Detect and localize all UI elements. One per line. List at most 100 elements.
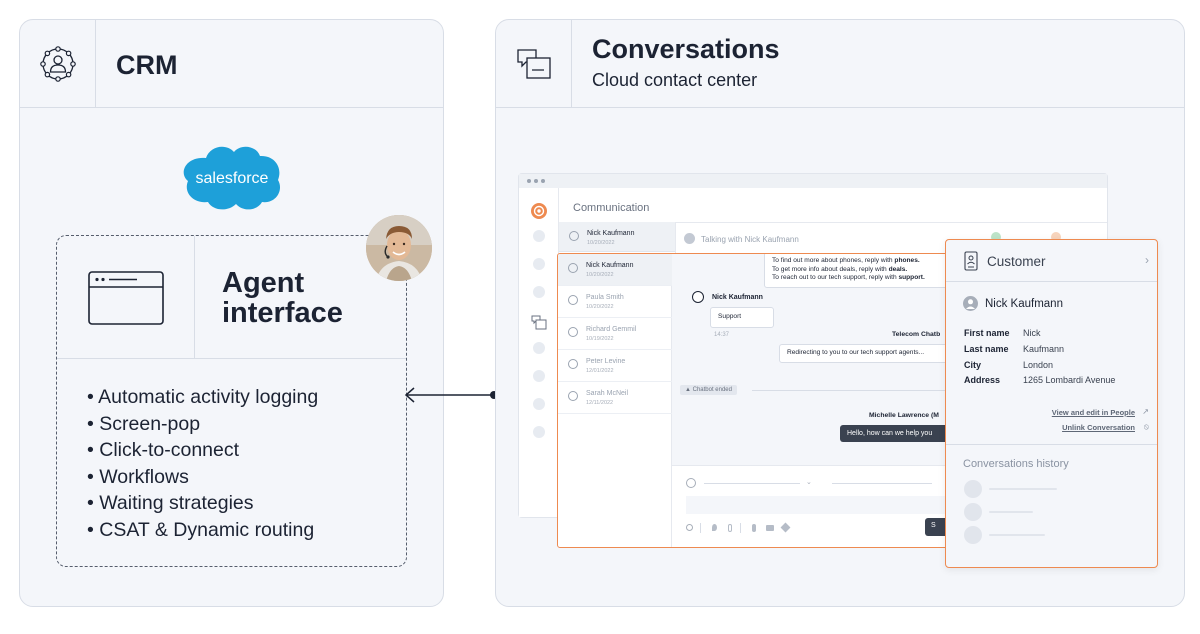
contact-date: 12/11/2022 [586, 400, 614, 406]
salesforce-logo-text: salesforce [196, 170, 269, 187]
contact-name: Nick Kaufmann [587, 230, 635, 237]
contact-name: Paula Smith [586, 294, 624, 301]
location-icon[interactable] [712, 524, 717, 531]
list-item[interactable]: Richard Gemmil 10/19/2022 [558, 318, 672, 350]
crm-icon-cell [20, 20, 96, 108]
agent-title-line2: interface [222, 297, 343, 329]
field-label: First name [964, 328, 1010, 338]
field-label: City [964, 360, 982, 370]
message-time: 14:37 [714, 332, 730, 338]
nav-item-icon[interactable] [533, 370, 545, 382]
history-item-icon [964, 503, 982, 521]
nav-item-icon[interactable] [533, 342, 545, 354]
chevron-down-icon[interactable]: ⌄ [806, 478, 812, 486]
message-composer: ⌄ S [672, 465, 951, 547]
bot-option-line: To find out more about phones, reply wit… [772, 257, 920, 264]
person-icon [963, 296, 978, 311]
field-value: Kaufmann [1023, 344, 1065, 354]
list-item[interactable]: Peter Levine 12/01/2022 [558, 350, 672, 382]
conversations-subtitle: Cloud contact center [592, 70, 758, 90]
history-item-icon [964, 526, 982, 544]
salesforce-logo: salesforce [183, 146, 281, 210]
customer-card-title: Customer [987, 254, 1046, 269]
nav-item-icon[interactable] [533, 286, 545, 298]
history-item[interactable] [989, 511, 1033, 513]
history-item[interactable] [989, 534, 1045, 536]
chevron-right-icon[interactable]: › [1145, 253, 1149, 267]
channel-select[interactable] [704, 483, 800, 484]
phone-icon [568, 391, 578, 401]
attachment-icon[interactable] [728, 524, 732, 532]
agent-icon-cell [57, 236, 195, 359]
list-item[interactable]: Nick Kaufmann 10/20/2022 [558, 254, 672, 286]
external-link-icon[interactable]: ↗ [1142, 407, 1149, 416]
microphone-icon[interactable] [752, 524, 756, 532]
message-input[interactable] [686, 496, 951, 514]
customer-name: Nick Kaufmann [985, 298, 1063, 310]
conversations-nav-icon[interactable] [531, 314, 547, 330]
feature-item: Waiting strategies [87, 490, 318, 517]
channel-icon[interactable] [686, 478, 696, 488]
history-item-icon [964, 480, 982, 498]
video-icon[interactable] [766, 525, 774, 531]
conversations-icon-cell [496, 20, 572, 108]
bot-option-line: To reach out to our tech support, reply … [772, 274, 925, 281]
view-in-people-link[interactable]: View and edit in People [1052, 408, 1135, 417]
template-select[interactable] [832, 483, 932, 484]
conversations-history-title: Conversations history [963, 458, 1069, 470]
connection-arrow-icon [404, 387, 498, 403]
bot-message: Redirecting to you to our tech support a… [779, 344, 951, 363]
app-side-rail [519, 188, 559, 517]
browser-window-icon [87, 270, 164, 325]
field-label: Last name [964, 344, 1009, 354]
app-logo-icon[interactable] [529, 201, 549, 221]
conversations-panel-header: Conversations Cloud contact center [496, 20, 1184, 108]
history-item[interactable] [989, 488, 1057, 490]
emoji-icon[interactable] [686, 524, 693, 531]
whatsapp-icon [692, 291, 704, 303]
bot-option-line: To get more info about deals, reply with… [772, 265, 908, 273]
whatsapp-icon [569, 231, 579, 241]
field-label: Address [964, 375, 1001, 385]
customer-card-header: Customer › [946, 240, 1157, 282]
contact-date: 12/01/2022 [586, 368, 614, 374]
customer-card: Customer › Nick Kaufmann First name Nick… [945, 239, 1158, 568]
nav-item-icon[interactable] [533, 398, 545, 410]
crm-panel: CRM salesforce Agent interface Automati [19, 19, 444, 607]
nav-item-icon[interactable] [533, 258, 545, 270]
feature-item: CSAT & Dynamic routing [87, 517, 318, 544]
feature-item: Screen-pop [87, 411, 318, 438]
list-item[interactable]: Paula Smith 10/20/2022 [558, 286, 672, 318]
agent-interface-title: Agent interface [222, 268, 382, 328]
conversation-list: Nick Kaufmann 10/20/2022 Paula Smith 10/… [558, 254, 672, 547]
agent-message: Hello, how can we help you [840, 425, 951, 442]
agent-title-line1: Agent [222, 267, 305, 299]
chat-bubbles-icon [516, 49, 551, 79]
field-value: 1265 Lombardi Avenue [1023, 375, 1116, 385]
customer-message: Support [710, 307, 774, 328]
list-item[interactable]: Nick Kaufmann 10/20/2022 [559, 222, 675, 252]
nav-item-icon[interactable] [533, 230, 545, 242]
bot-options-message: To find out more about phones, reply wit… [764, 254, 951, 288]
contact-name: Sarah McNeil [586, 390, 629, 397]
send-file-icon[interactable] [780, 522, 791, 533]
agent-interface-box: Agent interface Automatic activity loggi… [56, 235, 407, 567]
unlink-icon[interactable]: ⦸ [1144, 422, 1149, 432]
contact-name: Peter Levine [586, 358, 626, 365]
people-network-icon [39, 46, 76, 82]
customer-name-label: Nick Kaufmann [712, 294, 763, 301]
feature-item: Automatic activity logging [87, 384, 318, 411]
chat-icon [568, 295, 578, 305]
contact-date: 10/20/2022 [586, 304, 614, 310]
feature-item: Click-to-connect [87, 437, 318, 464]
conversation-window: Nick Kaufmann 10/20/2022 Paula Smith 10/… [557, 253, 952, 548]
unlink-conversation-link[interactable]: Unlink Conversation [1062, 423, 1135, 432]
communication-title: Communication [573, 202, 650, 214]
contact-name: Richard Gemmil [586, 326, 637, 333]
field-value: Nick [1023, 328, 1041, 338]
feature-item: Workflows [87, 464, 318, 491]
contact-card-icon [964, 251, 978, 271]
nav-item-icon[interactable] [533, 426, 545, 438]
list-item[interactable]: Sarah McNeil 12/11/2022 [558, 382, 672, 414]
contact-date: 10/20/2022 [587, 240, 615, 246]
